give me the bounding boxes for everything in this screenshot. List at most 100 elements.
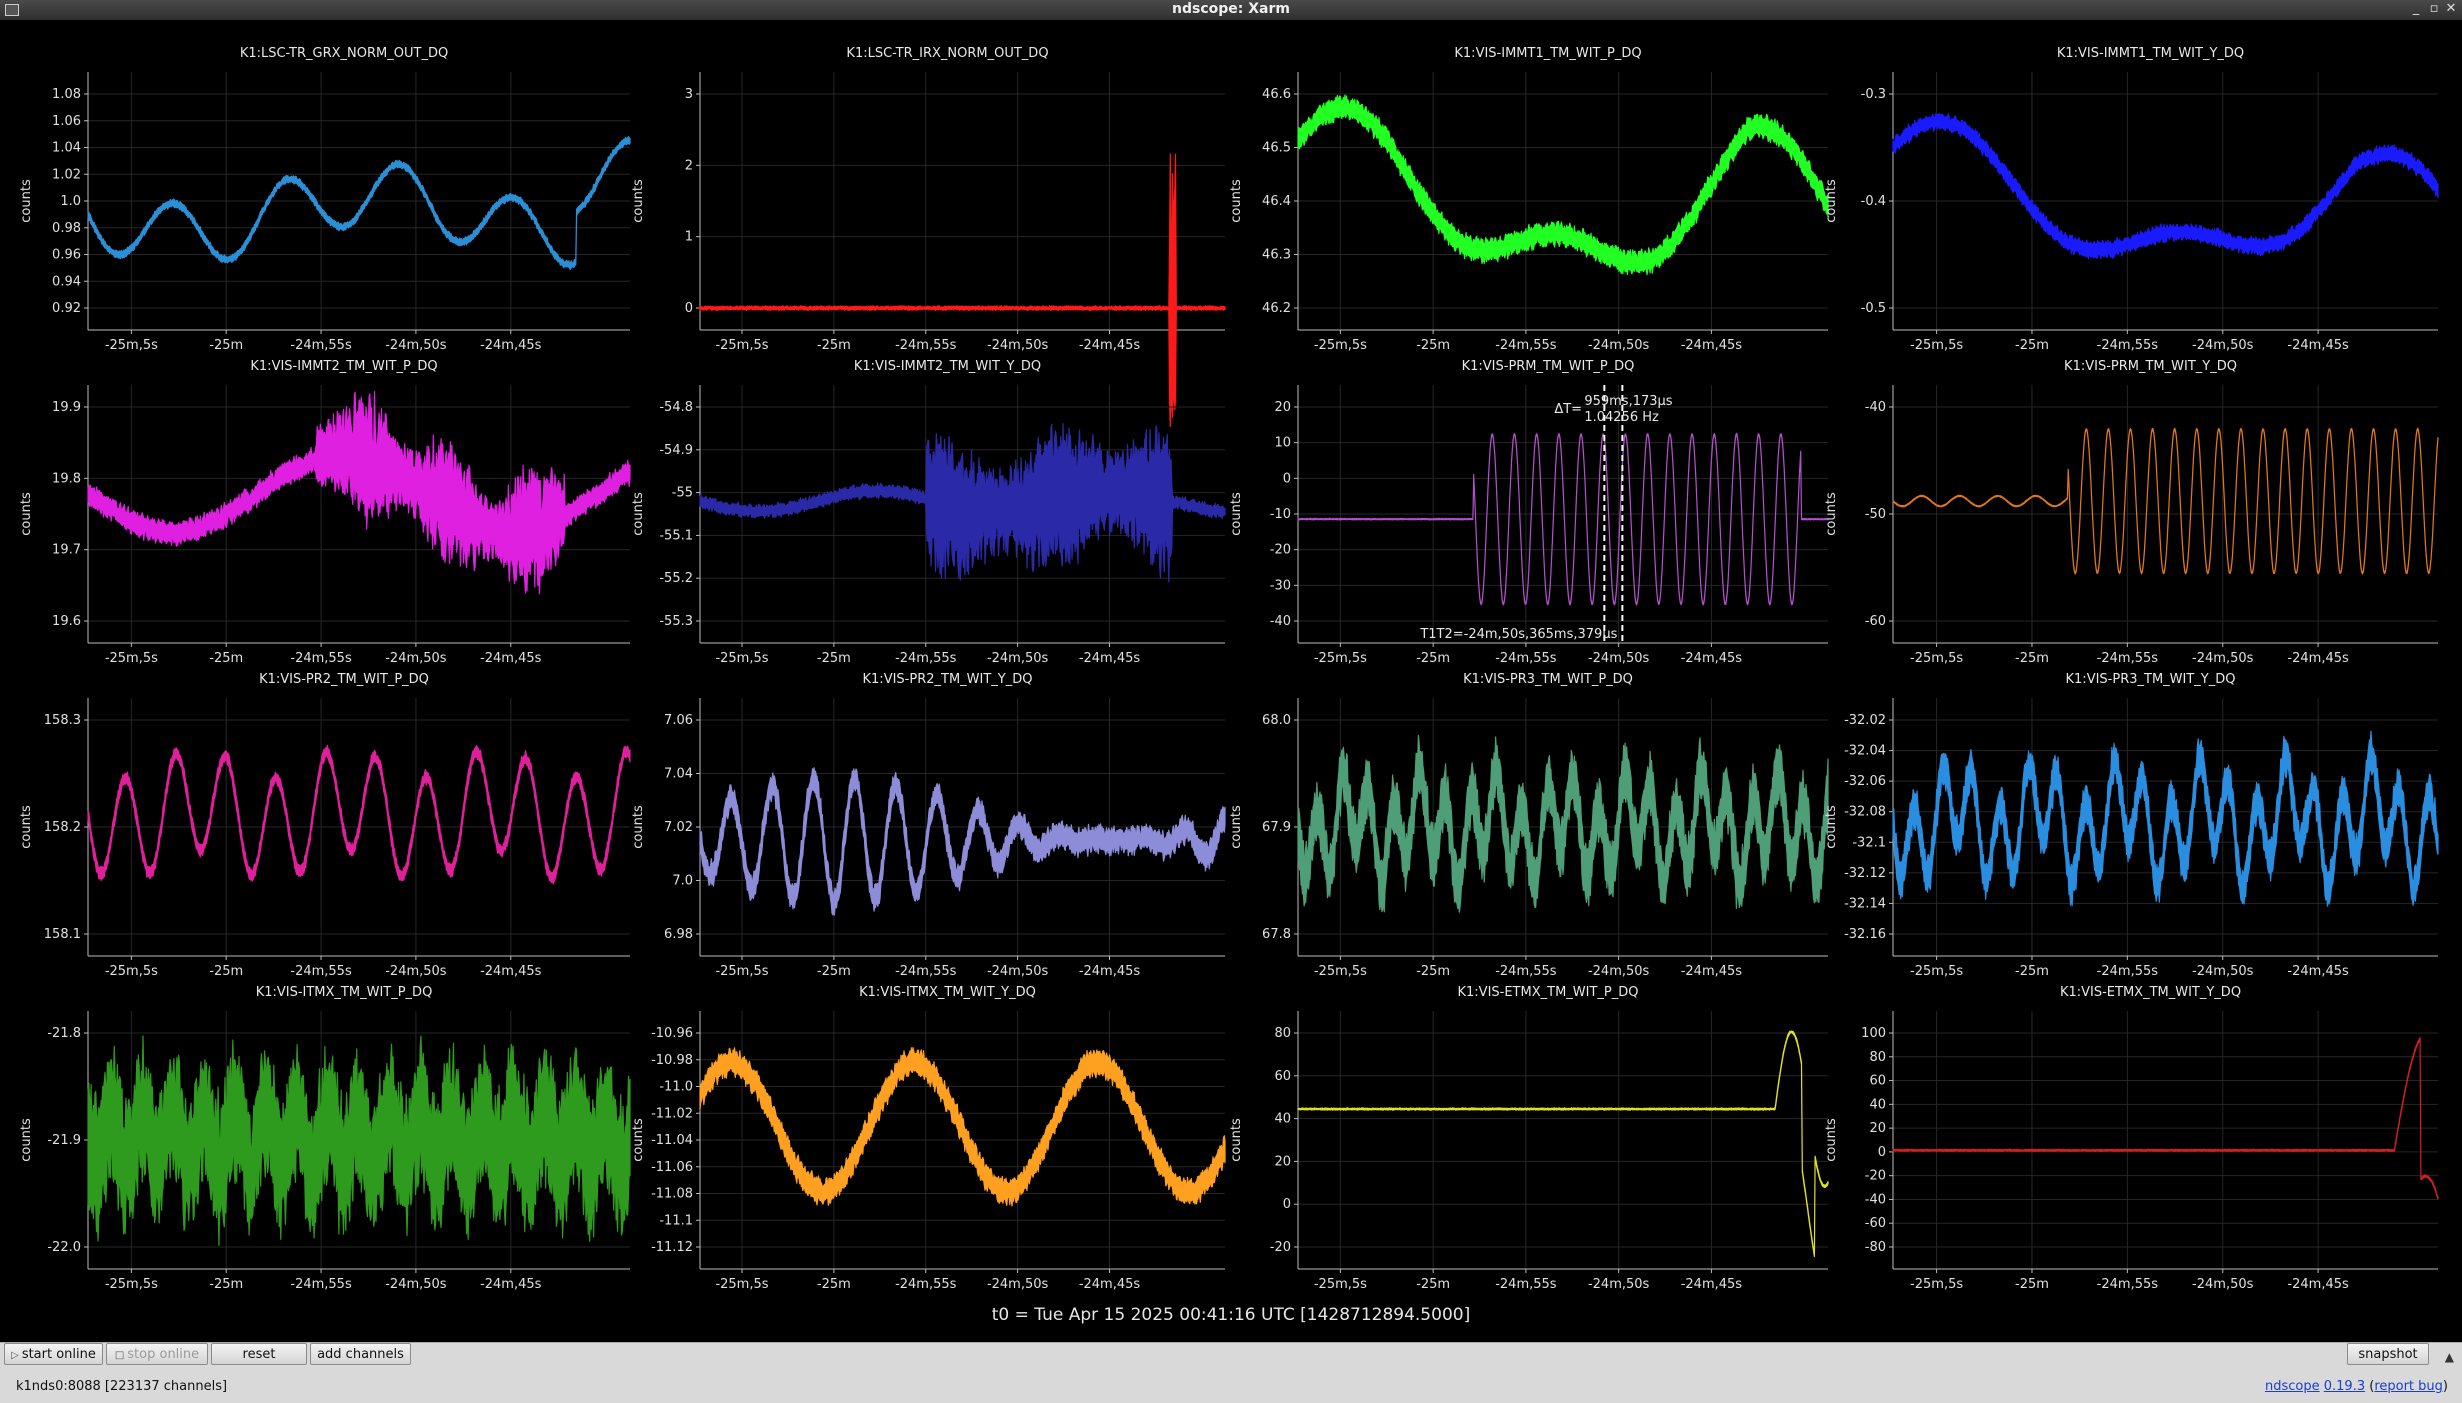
x-tick-label: -25m <box>209 651 243 666</box>
plot-panel-16[interactable]: K1:VIS-ETMX_TM_WIT_Y_DQ -25m,5s -25m -24m,5… <box>1824 985 2439 1292</box>
y-axis-label: counts <box>631 492 646 536</box>
plot-panel-1[interactable]: K1:LSC-TR_GRX_NORM_OUT_DQ -25m,5s -25m -24m… <box>19 46 631 353</box>
x-tick-label: -24m,55s <box>1495 338 1557 353</box>
plot-panel-4[interactable]: K1:VIS-IMMT1_TM_WIT_Y_DQ -25m,5s -25m -24m,… <box>1824 46 2439 353</box>
x-tick-label: -24m,55s <box>290 964 352 979</box>
y-tick-label: 20 <box>1274 400 1291 415</box>
plot-panel-8[interactable]: K1:VIS-PRM_TM_WIT_Y_DQ -25m,5s -25m -24m,55… <box>1824 359 2439 666</box>
plot-panel-12[interactable]: K1:VIS-PR3_TM_WIT_Y_DQ -25m,5s -25m -24m,55… <box>1824 672 2439 979</box>
x-tick-label: -24m,55s <box>2097 1277 2159 1292</box>
x-tick-label: -24m,45s <box>1681 964 1743 979</box>
y-tick-label: -40 <box>1865 400 1886 415</box>
x-tick-label: -25m,5s <box>1314 1277 1367 1292</box>
x-tick-label: -25m <box>1416 651 1450 666</box>
x-tick-label: -24m,50s <box>987 338 1049 353</box>
plot-area[interactable]: K1:LSC-TR_GRX_NORM_OUT_DQ -25m,5s -25m -24m… <box>0 20 2462 1342</box>
start-online-label: start online <box>21 1347 96 1362</box>
plot-panel-7[interactable]: K1:VIS-PRM_TM_WIT_P_DQ -25m,5s -25m -24m,55… <box>1229 359 1829 666</box>
y-tick-label: -30 <box>1270 578 1291 593</box>
y-tick-label: 60 <box>1274 1069 1291 1084</box>
x-tick-label: -24m,55s <box>2097 964 2159 979</box>
x-tick-label: -25m <box>1416 338 1450 353</box>
x-tick-label: -25m <box>817 1277 851 1292</box>
y-axis-label: counts <box>19 179 34 223</box>
x-tick-label: -24m,50s <box>2192 1277 2254 1292</box>
x-tick-label: -25m,5s <box>1910 338 1963 353</box>
plot-panel-14[interactable]: K1:VIS-ITMX_TM_WIT_Y_DQ -25m,5s -25m -24m,5… <box>631 985 1226 1292</box>
y-tick-label: -54.8 <box>659 400 693 415</box>
reset-button[interactable]: reset <box>211 1343 307 1365</box>
y-tick-label: 158.3 <box>44 713 81 728</box>
trace <box>87 135 631 271</box>
add-channels-button[interactable]: add channels <box>310 1343 411 1365</box>
plot-panel-13[interactable]: K1:VIS-ITMX_TM_WIT_P_DQ -25m,5s -25m -24m,5… <box>19 985 631 1292</box>
trace <box>1892 1037 2439 1200</box>
y-tick-label: 0.94 <box>52 274 81 289</box>
triangle-up-icon[interactable]: ▲ <box>2445 1350 2454 1364</box>
x-tick-label: -25m,5s <box>105 651 158 666</box>
ndscope-link[interactable]: ndscope <box>2265 1379 2320 1394</box>
x-tick-label: -25m,5s <box>1314 651 1367 666</box>
start-online-button[interactable]: ▷ start online <box>4 1343 103 1365</box>
plot-panel-5[interactable]: K1:VIS-IMMT2_TM_WIT_P_DQ -25m,5s -25m -24m,… <box>19 359 631 666</box>
trace <box>1297 432 1829 606</box>
x-tick-label: -24m,55s <box>895 1277 957 1292</box>
y-tick-label: -21.8 <box>47 1026 81 1041</box>
y-tick-label: 19.9 <box>52 400 81 415</box>
y-axis-label: counts <box>631 1118 646 1162</box>
plot-panel-9[interactable]: K1:VIS-PR2_TM_WIT_P_DQ -25m,5s -25m -24m,55… <box>19 672 631 979</box>
x-tick-label: -24m,45s <box>1079 338 1141 353</box>
y-axis-label: counts <box>631 179 646 223</box>
y-tick-label: -40 <box>1865 1192 1886 1207</box>
report-bug-link[interactable]: report bug <box>2374 1379 2443 1394</box>
plot-title: K1:LSC-TR_IRX_NORM_OUT_DQ <box>846 46 1048 61</box>
plot-grid[interactable]: K1:LSC-TR_GRX_NORM_OUT_DQ -25m,5s -25m -24m… <box>0 20 2462 1342</box>
y-tick-label: -11.08 <box>651 1187 693 1202</box>
plot-panel-11[interactable]: K1:VIS-PR3_TM_WIT_P_DQ -25m,5s -25m -24m,55… <box>1229 672 1829 979</box>
plot-title: K1:VIS-PR3_TM_WIT_P_DQ <box>1463 672 1633 687</box>
y-tick-label: 7.02 <box>664 820 693 835</box>
y-tick-label: 19.7 <box>52 543 81 558</box>
y-tick-label: -80 <box>1865 1240 1886 1255</box>
x-tick-label: -24m,45s <box>1079 651 1141 666</box>
y-tick-label: 1.0 <box>60 194 81 209</box>
maximize-icon[interactable]: ▫ <box>2426 1 2442 17</box>
plot-panel-6[interactable]: K1:VIS-IMMT2_TM_WIT_Y_DQ -25m,5s -25m -24m,… <box>631 359 1226 666</box>
y-tick-label: -0.5 <box>1861 301 1886 316</box>
plot-panel-3[interactable]: K1:VIS-IMMT1_TM_WIT_P_DQ -25m,5s -25m -24m,… <box>1229 46 1829 353</box>
trace <box>1297 734 1829 913</box>
connection-status: k1nds0:8088 [223137 channels] <box>16 1379 228 1394</box>
y-tick-label: 60 <box>1869 1074 1886 1089</box>
y-tick-label: -55.2 <box>659 571 693 586</box>
y-tick-label: 46.3 <box>1262 248 1291 263</box>
y-tick-label: -32.08 <box>1844 805 1886 820</box>
x-tick-label: -24m,50s <box>2192 651 2254 666</box>
trace <box>87 744 631 885</box>
x-tick-label: -24m,45s <box>2287 1277 2349 1292</box>
x-tick-label: -24m,50s <box>1588 1277 1650 1292</box>
trace <box>87 391 631 595</box>
y-axis-label: counts <box>19 492 34 536</box>
y-tick-label: 40 <box>1869 1097 1886 1112</box>
x-tick-label: -24m,45s <box>2287 338 2349 353</box>
stop-online-button[interactable]: □ stop online <box>106 1343 208 1365</box>
close-icon[interactable]: ✕ <box>2443 1 2459 17</box>
plot-panel-15[interactable]: K1:VIS-ETMX_TM_WIT_P_DQ -25m,5s -25m -24m,5… <box>1229 985 1829 1292</box>
y-tick-label: -55.1 <box>659 528 693 543</box>
plot-title: K1:VIS-IMMT2_TM_WIT_P_DQ <box>250 359 437 374</box>
x-tick-label: -24m,45s <box>1681 651 1743 666</box>
trace <box>699 767 1226 916</box>
y-tick-label: -21.9 <box>47 1133 81 1148</box>
y-tick-label: -10.98 <box>651 1053 693 1068</box>
y-tick-label: 20 <box>1869 1121 1886 1136</box>
y-tick-label: 0 <box>1283 1197 1291 1212</box>
minimize-icon[interactable]: _ <box>2408 1 2424 17</box>
y-tick-label: -11.04 <box>651 1133 693 1148</box>
y-tick-label: 7.0 <box>672 874 693 889</box>
snapshot-button[interactable]: snapshot <box>2347 1343 2429 1365</box>
y-tick-label: 1.04 <box>52 141 81 156</box>
x-tick-label: -24m,55s <box>2097 651 2159 666</box>
x-tick-label: -24m,55s <box>290 1277 352 1292</box>
plot-panel-10[interactable]: K1:VIS-PR2_TM_WIT_Y_DQ -25m,5s -25m -24m,55… <box>631 672 1226 979</box>
version-link[interactable]: 0.19.3 <box>2324 1379 2365 1394</box>
